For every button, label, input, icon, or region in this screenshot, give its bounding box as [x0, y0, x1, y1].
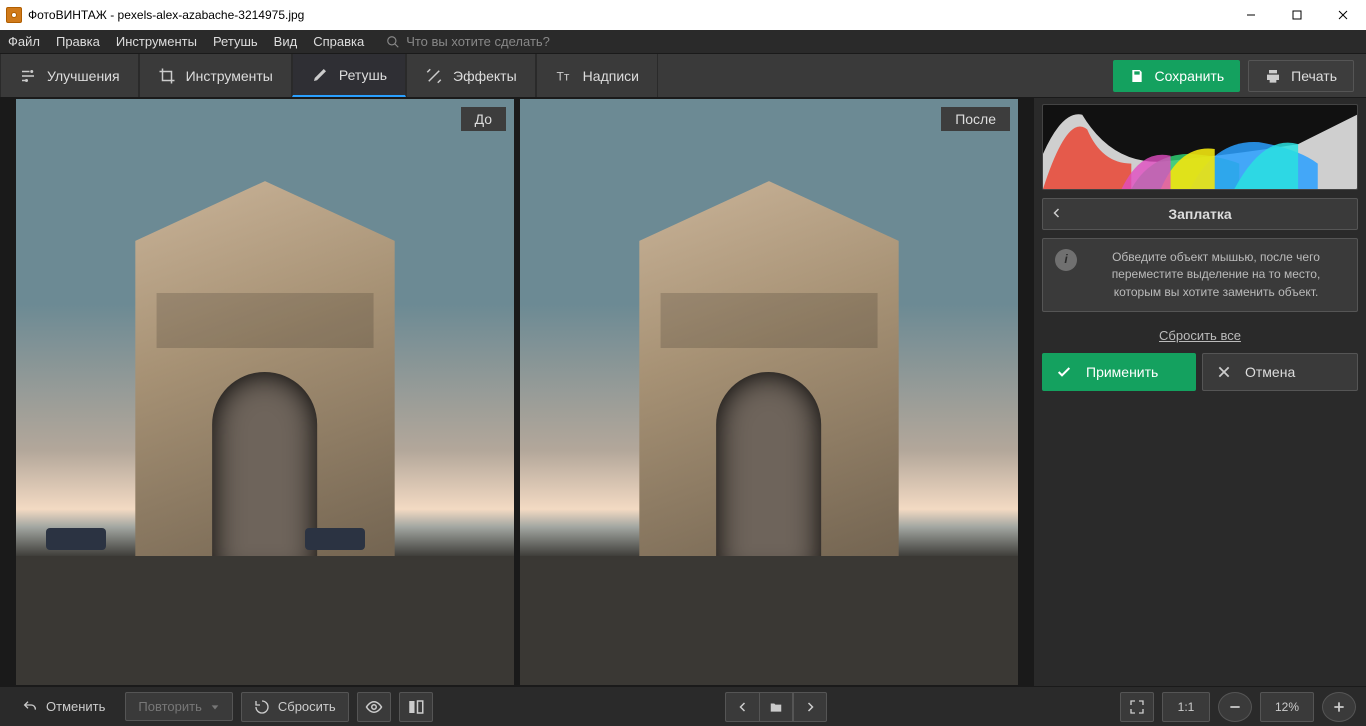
- cancel-label: Отмена: [1245, 364, 1295, 380]
- window-maximize-button[interactable]: [1274, 0, 1320, 30]
- titlebar: ФотоВИНТАЖ - pexels-alex-azabache-321497…: [0, 0, 1366, 30]
- reset-label: Сбросить: [278, 699, 336, 714]
- chevron-left-icon: [737, 701, 749, 713]
- search-icon: [386, 35, 400, 49]
- cancel-button[interactable]: Отмена: [1202, 353, 1358, 391]
- print-label: Печать: [1291, 68, 1337, 84]
- tab-label: Эффекты: [453, 68, 517, 84]
- tabbar: Улучшения Инструменты Ретушь Эффекты Tт …: [0, 54, 1366, 98]
- sliders-icon: [19, 67, 37, 85]
- chevron-right-icon: [804, 701, 816, 713]
- tab-label: Надписи: [583, 68, 639, 84]
- histogram[interactable]: [1042, 104, 1358, 190]
- window-minimize-button[interactable]: [1228, 0, 1274, 30]
- reset-button[interactable]: Сбросить: [241, 692, 349, 722]
- search-container: [386, 34, 606, 49]
- menu-retouch[interactable]: Ретушь: [213, 34, 258, 49]
- nav-next-button[interactable]: [793, 692, 827, 722]
- app-icon: [6, 7, 22, 23]
- panel-title-bar: Заплатка: [1042, 198, 1358, 230]
- canvas-area: До После: [0, 98, 1034, 686]
- chevron-left-icon: [1051, 207, 1063, 219]
- nav-folder-button[interactable]: [759, 692, 793, 722]
- info-text: Обведите объект мышью, после чего переме…: [1087, 249, 1345, 301]
- after-badge: После: [941, 107, 1010, 131]
- wand-icon: [425, 67, 443, 85]
- compare-icon: [407, 698, 425, 716]
- actual-size-button[interactable]: 1:1: [1162, 692, 1210, 722]
- save-label: Сохранить: [1155, 68, 1225, 84]
- redo-button[interactable]: Повторить: [125, 692, 232, 721]
- fit-screen-icon: [1129, 699, 1145, 715]
- window-close-button[interactable]: [1320, 0, 1366, 30]
- brush-icon: [311, 66, 329, 84]
- back-button[interactable]: [1051, 206, 1063, 222]
- chevron-down-icon: [210, 702, 220, 712]
- folder-icon: [769, 700, 783, 714]
- reset-all-link[interactable]: Сбросить все: [1042, 320, 1358, 345]
- info-icon: i: [1055, 249, 1077, 271]
- tab-tools[interactable]: Инструменты: [139, 54, 292, 97]
- zoom-value[interactable]: 12%: [1260, 692, 1314, 722]
- fit-screen-button[interactable]: [1120, 692, 1154, 722]
- tab-text[interactable]: Tт Надписи: [536, 54, 658, 97]
- zoom-in-button[interactable]: [1322, 692, 1356, 722]
- undo-label: Отменить: [46, 699, 105, 714]
- tab-label: Инструменты: [186, 68, 273, 84]
- menu-file[interactable]: Файл: [8, 34, 40, 49]
- apply-label: Применить: [1086, 364, 1158, 380]
- tab-enhance[interactable]: Улучшения: [0, 54, 139, 97]
- text-icon: Tт: [555, 67, 573, 85]
- crop-icon: [158, 67, 176, 85]
- eye-icon: [365, 698, 383, 716]
- nav-segment: [725, 692, 827, 722]
- menu-view[interactable]: Вид: [274, 34, 298, 49]
- right-panel: Заплатка i Обведите объект мышью, после …: [1034, 98, 1366, 686]
- zoom-out-button[interactable]: [1218, 692, 1252, 722]
- bottombar: Отменить Повторить Сбросить 1:1 12%: [0, 686, 1366, 726]
- undo-button[interactable]: Отменить: [10, 693, 117, 721]
- preview-toggle-button[interactable]: [357, 692, 391, 722]
- before-image[interactable]: [16, 99, 514, 685]
- menu-help[interactable]: Справка: [313, 34, 364, 49]
- after-image[interactable]: [520, 99, 1018, 685]
- info-box: i Обведите объект мышью, после чего пере…: [1042, 238, 1358, 312]
- save-icon: [1129, 68, 1145, 84]
- reset-icon: [254, 699, 270, 715]
- tab-label: Улучшения: [47, 68, 120, 84]
- search-input[interactable]: [406, 34, 606, 49]
- save-button[interactable]: Сохранить: [1113, 60, 1241, 92]
- svg-text:Tт: Tт: [556, 69, 569, 83]
- tab-effects[interactable]: Эффекты: [406, 54, 536, 97]
- print-icon: [1265, 68, 1281, 84]
- compare-toggle-button[interactable]: [399, 692, 433, 722]
- plus-icon: [1332, 700, 1346, 714]
- main-area: До После Заплатка: [0, 98, 1366, 686]
- apply-button[interactable]: Применить: [1042, 353, 1196, 391]
- print-button[interactable]: Печать: [1248, 60, 1354, 92]
- before-image-wrap: До: [16, 99, 514, 685]
- window-title: ФотоВИНТАЖ - pexels-alex-azabache-321497…: [28, 8, 304, 22]
- undo-icon: [22, 699, 38, 715]
- tab-label: Ретушь: [339, 67, 387, 83]
- close-icon: [1217, 365, 1231, 379]
- minus-icon: [1228, 700, 1242, 714]
- menu-tools[interactable]: Инструменты: [116, 34, 197, 49]
- nav-prev-button[interactable]: [725, 692, 759, 722]
- before-badge: До: [461, 107, 506, 131]
- after-image-wrap: После: [520, 99, 1018, 685]
- menu-edit[interactable]: Правка: [56, 34, 100, 49]
- panel-title: Заплатка: [1168, 206, 1231, 222]
- menubar: Файл Правка Инструменты Ретушь Вид Справ…: [0, 30, 1366, 54]
- redo-label: Повторить: [138, 699, 201, 714]
- tab-retouch[interactable]: Ретушь: [292, 54, 406, 97]
- check-icon: [1056, 364, 1072, 380]
